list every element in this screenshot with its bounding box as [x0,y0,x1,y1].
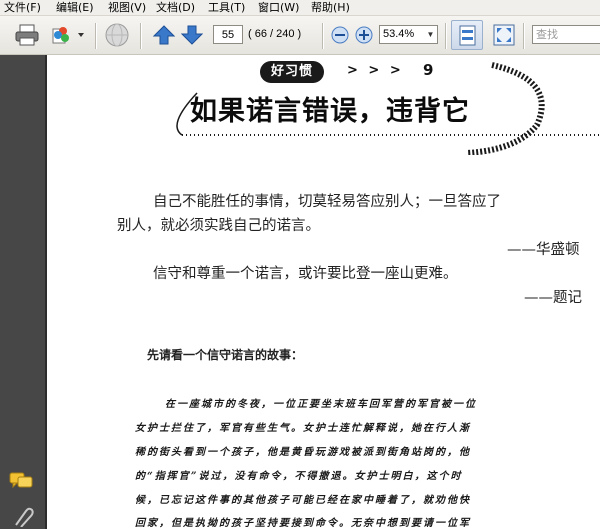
menu-view[interactable]: 视图(V) [108,0,146,15]
menu-document[interactable]: 文档(D) [156,0,195,15]
menu-help[interactable]: 帮助(H) [311,0,350,15]
menu-window[interactable]: 窗口(W) [258,0,299,15]
page-count: ( 66 / 240 ) [248,28,302,40]
fit-page-button[interactable] [451,20,483,50]
story-line: 在一座城市的冬夜，一位正要坐末班车回军营的军官被一位 [165,399,477,410]
zoom-out-icon[interactable] [331,26,349,44]
quote-1-line-1: 自己不能胜任的事情，切莫轻易答应别人；一旦答应了 [153,194,501,210]
print-icon[interactable] [14,24,40,46]
chapter-title: 如果诺言错误，违背它 [190,96,470,127]
document-page: 好习惯 > > > 9 如果诺言错误，违背它 自己不能胜任的事情，切莫轻易答应别… [47,55,600,529]
printer-settings-icon[interactable] [50,24,86,46]
search-input[interactable]: 查找 [532,25,600,44]
chapter-number: 9 [423,61,434,79]
story-line: 回家，但是执拗的孩子坚持要接到命令。无奈中想到要请一位军 [135,518,471,529]
story-line: 候，已忘记这件事的其他孩子可能已经在家中睡着了，就劝他快 [135,495,471,506]
menu-edit[interactable]: 编辑(E) [56,0,94,15]
page-number-input[interactable]: 55 [213,25,243,44]
story-line: 稀的街头看到一个孩子，他是黄昏玩游戏被派到街角站岗的，他 [135,447,471,458]
story-line: 女护士拦住了，军官有些生气。女护士连忙解释说，她在行人渐 [135,423,471,434]
zoom-value: 53.4% [383,28,415,40]
previous-page-icon[interactable] [153,25,175,45]
header-badge: 好习惯 [260,61,324,83]
quote-2: 信守和尊重一个诺言，或许要比登一座山更难。 [153,266,458,282]
header-arrows: > > > [347,63,404,78]
fit-width-icon[interactable] [493,24,515,46]
menu-bar: 文件(F) 编辑(E) 视图(V) 文档(D) 工具(T) 窗口(W) 帮助(H… [0,0,600,16]
next-page-icon[interactable] [181,25,203,45]
navigation-sidebar [0,55,47,529]
zoom-select[interactable]: 53.4% ▼ [379,25,438,44]
zoom-in-icon[interactable] [355,26,373,44]
attachments-icon[interactable] [8,505,36,527]
quote-1-attribution: ——华盛顿 [507,242,580,258]
story-line: 的“指挥官”说过，没有命令，不得撤退。女护士明白，这个时 [135,471,463,482]
chevron-down-icon[interactable]: ▼ [425,27,436,42]
story-intro: 先请看一个信守诺言的故事： [147,348,304,362]
quote-1-line-2: 别人，就必须实践自己的诺言。 [117,218,320,234]
fit-page-icon [459,25,476,46]
quote-2-attribution: ——题记 [524,290,582,306]
menu-file[interactable]: 文件(F) [4,0,41,15]
comments-icon[interactable] [8,470,36,492]
menu-tools[interactable]: 工具(T) [208,0,245,15]
toolbar: 55 ( 66 / 240 ) 53.4% ▼ 查找 [0,16,600,55]
globe-icon[interactable] [104,22,130,48]
